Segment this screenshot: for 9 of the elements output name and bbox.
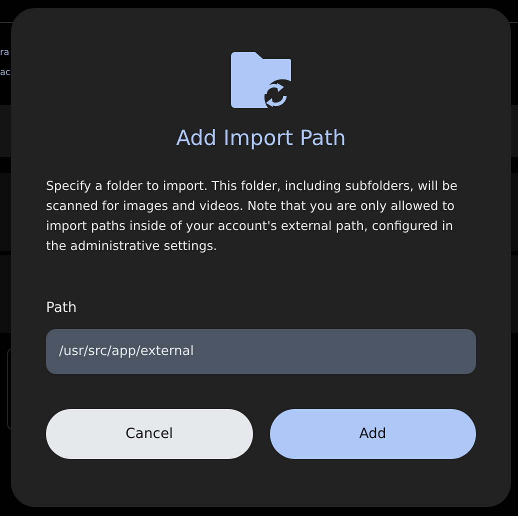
background-text: ra <box>0 47 10 60</box>
cancel-button[interactable]: Cancel <box>46 409 252 459</box>
background-text: ac <box>0 67 10 80</box>
dialog-title: Add Import Path <box>176 126 346 150</box>
dialog-description: Specify a folder to import. This folder, including subfolders, will be scanned for images and videos. Note that you are only allowed to import paths inside of your account's external path, configured in the administrative settings. <box>46 177 458 255</box>
folder-sync-icon <box>231 52 291 108</box>
path-field[interactable]: /usr/src/app/external <box>46 329 476 374</box>
field-label: Path <box>46 300 77 316</box>
add-button[interactable]: Add <box>270 409 476 459</box>
